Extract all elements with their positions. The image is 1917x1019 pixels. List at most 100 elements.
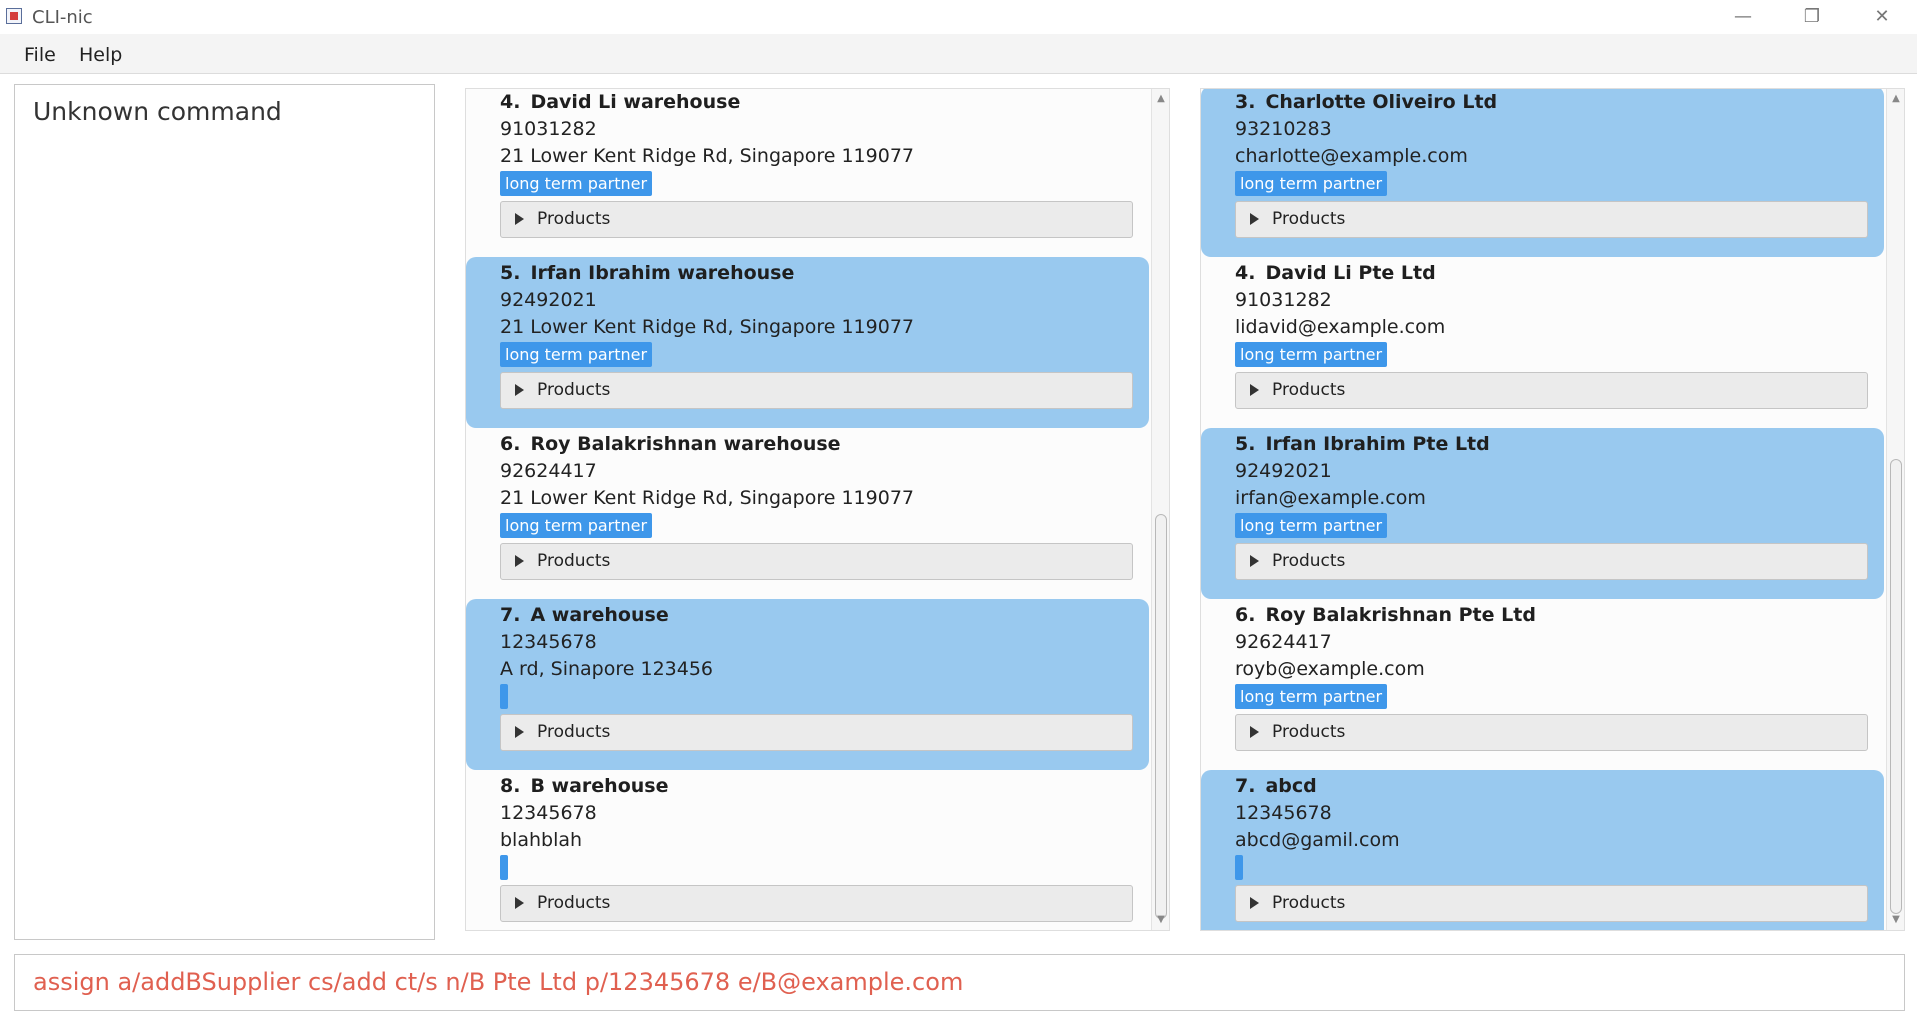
expand-arrow-icon[interactable] [515, 555, 524, 567]
expand-arrow-icon[interactable] [1250, 726, 1259, 738]
command-box[interactable]: assign a/addBSupplier cs/add ct/s n/B Pt… [14, 954, 1905, 1011]
products-dropdown[interactable]: Products [1235, 372, 1868, 409]
list-item[interactable]: 7. A warehouse 12345678 A rd, Sinapore 1234… [466, 599, 1149, 770]
products-dropdown[interactable]: Products [1235, 714, 1868, 751]
expand-arrow-icon[interactable] [1250, 213, 1259, 225]
cell-title: 5. Irfan Ibrahim Pte Ltd [1235, 433, 1490, 455]
result-display: Unknown command [14, 84, 435, 940]
cell-index: 7. [500, 604, 521, 626]
cell-address: 21 Lower Kent Ridge Rd, Singapore 119077 [500, 487, 915, 509]
expand-arrow-icon[interactable] [515, 897, 524, 909]
scroll-down-icon[interactable]: ▼ [1887, 912, 1904, 928]
expand-arrow-icon[interactable] [515, 384, 524, 396]
products-label: Products [537, 893, 611, 913]
cell-email: royb@example.com [1235, 658, 1425, 680]
tag-badge: long term partner [500, 513, 653, 538]
cell-phone: 12345678 [1235, 802, 1332, 824]
cell-email: abcd@gamil.com [1235, 829, 1400, 851]
list-item[interactable]: 5. Irfan Ibrahim Pte Ltd 92492021 irfan@exa… [1201, 428, 1884, 599]
tag-badge: long term partner [1235, 342, 1388, 367]
list-item[interactable]: 3. Charlotte Oliveiro Ltd 93210283 charlott… [1201, 89, 1884, 257]
list-item[interactable]: 4. David Li Pte Ltd 91031282 lidavid@exampl… [1201, 257, 1884, 428]
cell-index: 8. [500, 775, 521, 797]
products-label: Products [537, 722, 611, 742]
cell-title: 7. abcd [1235, 775, 1317, 797]
tag-badge [1235, 855, 1243, 880]
warehouse-scrollbar[interactable]: ▲ ▼ [1151, 89, 1169, 930]
products-dropdown[interactable]: Products [500, 885, 1133, 922]
window-title: CLI-nic [32, 7, 93, 28]
tag-badge: long term partner [500, 171, 653, 196]
cell-title: 4. David Li warehouse [500, 91, 740, 113]
cell-title: 6. Roy Balakrishnan Pte Ltd [1235, 604, 1536, 626]
list-item[interactable]: 6. Roy Balakrishnan Pte Ltd 92624417 royb@e… [1201, 599, 1884, 770]
cell-index: 7. [1235, 775, 1256, 797]
products-dropdown[interactable]: Products [1235, 201, 1868, 238]
cell-title: 8. B warehouse [500, 775, 668, 797]
products-dropdown[interactable]: Products [1235, 543, 1868, 580]
scroll-down-icon[interactable]: ▼ [1152, 912, 1169, 928]
cell-phone: 92492021 [500, 289, 597, 311]
app-icon [6, 8, 22, 24]
expand-arrow-icon[interactable] [1250, 384, 1259, 396]
cell-name: Roy Balakrishnan warehouse [530, 433, 841, 455]
expand-arrow-icon[interactable] [1250, 555, 1259, 567]
cell-index: 3. [1235, 91, 1256, 113]
tag-badge: long term partner [1235, 171, 1388, 196]
title-bar: CLI-nic — ❐ ✕ [0, 0, 1917, 34]
products-label: Products [537, 551, 611, 571]
products-label: Products [1272, 209, 1346, 229]
cell-title: 5. Irfan Ibrahim warehouse [500, 262, 794, 284]
cell-index: 5. [1235, 433, 1256, 455]
scroll-up-icon[interactable]: ▲ [1152, 91, 1169, 107]
cell-name: David Li warehouse [530, 91, 741, 113]
cell-index: 6. [500, 433, 521, 455]
products-dropdown[interactable]: Products [500, 372, 1133, 409]
cell-name: Irfan Ibrahim Pte Ltd [1265, 433, 1490, 455]
cell-phone: 92492021 [1235, 460, 1332, 482]
products-dropdown[interactable]: Products [500, 714, 1133, 751]
cell-name: B warehouse [530, 775, 669, 797]
products-label: Products [1272, 893, 1346, 913]
cell-title: 6. Roy Balakrishnan warehouse [500, 433, 841, 455]
cell-name: David Li Pte Ltd [1265, 262, 1436, 284]
supplier-list-panel: 3. Charlotte Oliveiro Ltd 93210283 charlott… [1200, 88, 1905, 931]
tag-badge: long term partner [1235, 684, 1388, 709]
supplier-scrollbar[interactable]: ▲ ▼ [1886, 89, 1904, 930]
scroll-thumb[interactable] [1155, 514, 1167, 919]
menu-file[interactable]: File [24, 44, 56, 66]
cell-phone: 92624417 [500, 460, 597, 482]
close-button[interactable]: ✕ [1860, 4, 1904, 30]
products-dropdown[interactable]: Products [500, 543, 1133, 580]
menu-help[interactable]: Help [79, 44, 122, 66]
expand-arrow-icon[interactable] [515, 213, 524, 225]
products-dropdown[interactable]: Products [1235, 885, 1868, 922]
products-label: Products [537, 380, 611, 400]
cell-title: 3. Charlotte Oliveiro Ltd [1235, 91, 1497, 113]
products-dropdown[interactable]: Products [500, 201, 1133, 238]
cell-index: 4. [500, 91, 521, 113]
cell-title: 4. David Li Pte Ltd [1235, 262, 1436, 284]
cell-address: A rd, Sinapore 123456 [500, 658, 714, 680]
command-input[interactable]: assign a/addBSupplier cs/add ct/s n/B Pt… [33, 968, 963, 996]
restore-button[interactable]: ❐ [1790, 4, 1834, 30]
expand-arrow-icon[interactable] [515, 726, 524, 738]
result-text: Unknown command [33, 97, 282, 126]
products-label: Products [537, 209, 611, 229]
cell-phone: 91031282 [500, 118, 597, 140]
cell-name: A warehouse [530, 604, 669, 626]
list-item[interactable]: 6. Roy Balakrishnan warehouse 92624417 21 L… [466, 428, 1149, 599]
scroll-up-icon[interactable]: ▲ [1887, 91, 1904, 107]
minimize-button[interactable]: — [1721, 4, 1765, 30]
expand-arrow-icon[interactable] [1250, 897, 1259, 909]
list-item[interactable]: 4. David Li warehouse 91031282 21 Lower Ken… [466, 89, 1149, 257]
list-item[interactable]: 8. B warehouse 12345678 blahblah Products [466, 770, 1149, 930]
menu-bar: File Help [0, 34, 1917, 74]
list-item[interactable]: 7. abcd 12345678 abcd@gamil.com Products [1201, 770, 1884, 930]
cell-name: abcd [1265, 775, 1317, 797]
warehouse-list-panel: 4. David Li warehouse 91031282 21 Lower Ken… [465, 88, 1170, 931]
cell-address: 21 Lower Kent Ridge Rd, Singapore 119077 [500, 316, 915, 338]
list-item[interactable]: 5. Irfan Ibrahim warehouse 92492021 21 Lowe… [466, 257, 1149, 428]
scroll-thumb[interactable] [1890, 459, 1902, 914]
cell-phone: 93210283 [1235, 118, 1332, 140]
